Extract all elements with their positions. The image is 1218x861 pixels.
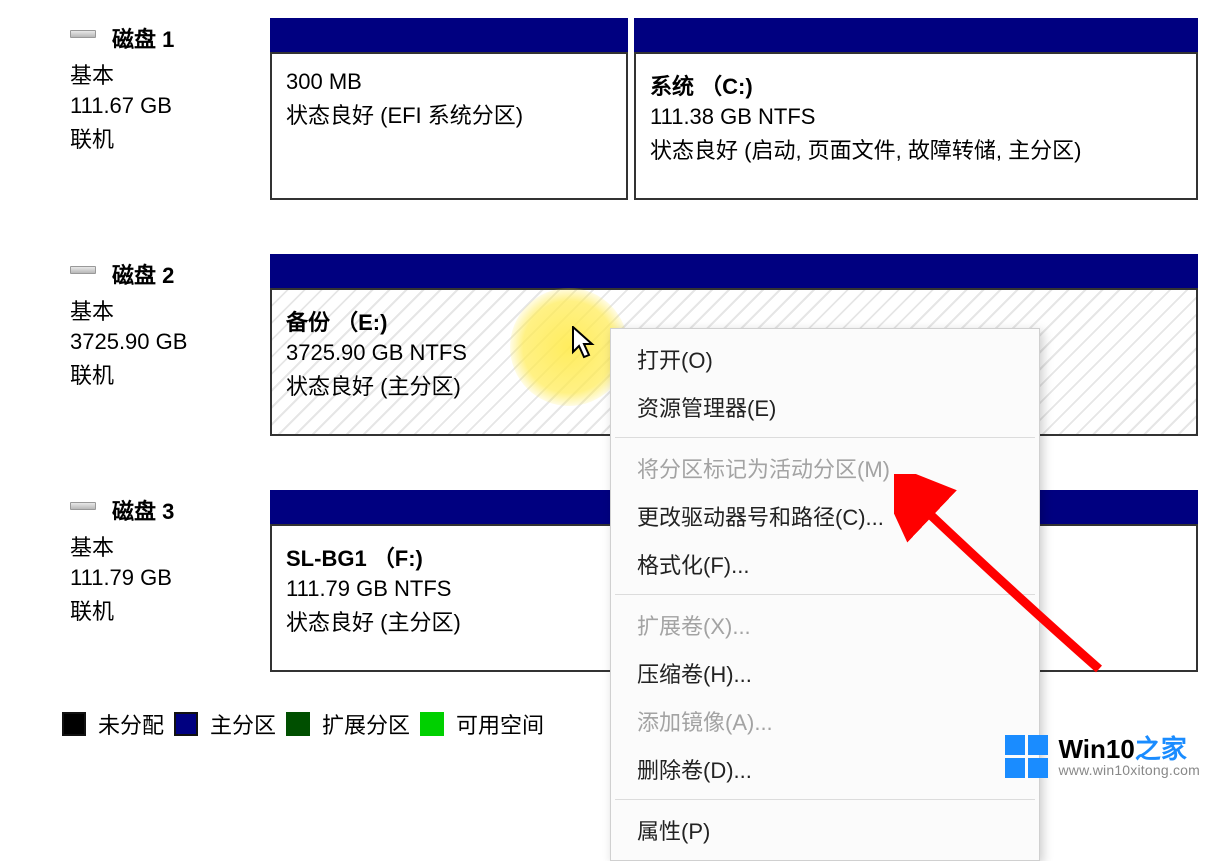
legend-label: 扩展分区 [322, 708, 410, 740]
partition-box: 系统 （C:) 111.38 GB NTFS 状态良好 (启动, 页面文件, 故… [634, 52, 1198, 200]
partitions-disk1: 300 MB 状态良好 (EFI 系统分区) 系统 （C:) 111.38 GB… [270, 0, 1218, 218]
menu-separator [615, 799, 1035, 800]
legend-swatch-unallocated [62, 712, 86, 736]
partition-efi[interactable]: 300 MB 状态良好 (EFI 系统分区) [270, 18, 628, 200]
menu-delete-volume[interactable]: 删除卷(D)... [611, 745, 1039, 793]
disk-drive-icon [70, 30, 96, 38]
legend-label: 未分配 [98, 708, 164, 740]
disk-name: 磁盘 2 [112, 258, 270, 290]
brand-url: www.win10xitong.com [1058, 763, 1200, 778]
menu-add-mirror: 添加镜像(A)... [611, 697, 1039, 745]
disk-row-1: 磁盘 1 基本 111.67 GB 联机 300 MB 状态良好 (EFI 系统… [0, 0, 1218, 218]
disk-name: 磁盘 1 [112, 22, 270, 54]
menu-open[interactable]: 打开(O) [611, 335, 1039, 383]
menu-mark-active: 将分区标记为活动分区(M) [611, 444, 1039, 492]
legend-swatch-free [420, 712, 444, 736]
partition-box: 300 MB 状态良好 (EFI 系统分区) [270, 52, 628, 200]
context-menu: 打开(O) 资源管理器(E) 将分区标记为活动分区(M) 更改驱动器号和路径(C… [610, 328, 1040, 861]
legend-label: 主分区 [210, 708, 276, 740]
disk-info-1[interactable]: 磁盘 1 基本 111.67 GB 联机 [0, 0, 270, 218]
watermark: Win10之家 www.win10xitong.com [1005, 735, 1200, 778]
disk-info-3[interactable]: 磁盘 3 基本 111.79 GB 联机 [0, 472, 270, 690]
menu-separator [615, 437, 1035, 438]
disk-info-2[interactable]: 磁盘 2 基本 3725.90 GB 联机 [0, 236, 270, 454]
partition-title: 系统 （C:) [650, 69, 1182, 101]
disk-drive-icon [70, 266, 96, 274]
disk-type: 基本 [70, 58, 270, 90]
partition-size: 300 MB [286, 69, 612, 95]
windows-logo-icon [1005, 735, 1048, 778]
disk-size: 3725.90 GB [70, 329, 270, 355]
partition-header-bar [634, 18, 1198, 52]
disk-type: 基本 [70, 530, 270, 562]
menu-properties[interactable]: 属性(P) [611, 806, 1039, 854]
legend-swatch-extended [286, 712, 310, 736]
disk-status: 联机 [70, 122, 270, 154]
disk-status: 联机 [70, 358, 270, 390]
disk-type: 基本 [70, 294, 270, 326]
partition-size: 111.38 GB NTFS [650, 104, 1182, 130]
disk-size: 111.67 GB [70, 93, 270, 119]
legend-label: 可用空间 [456, 708, 544, 740]
brand-title-a: Win10 [1058, 734, 1134, 764]
menu-shrink-volume[interactable]: 压缩卷(H)... [611, 649, 1039, 697]
watermark-text: Win10之家 www.win10xitong.com [1058, 736, 1200, 778]
menu-change-drive-letter[interactable]: 更改驱动器号和路径(C)... [611, 492, 1039, 540]
disk-size: 111.79 GB [70, 565, 270, 591]
partition-status: 状态良好 (EFI 系统分区) [286, 98, 612, 130]
brand-title-b: 之家 [1135, 734, 1187, 764]
menu-explorer[interactable]: 资源管理器(E) [611, 383, 1039, 431]
partition-header-bar [270, 254, 1198, 288]
partition-c[interactable]: 系统 （C:) 111.38 GB NTFS 状态良好 (启动, 页面文件, 故… [634, 18, 1198, 200]
legend-swatch-primary [174, 712, 198, 736]
disk-drive-icon [70, 502, 96, 510]
disk-name: 磁盘 3 [112, 494, 270, 526]
menu-separator [615, 594, 1035, 595]
disk-status: 联机 [70, 594, 270, 626]
partition-status: 状态良好 (启动, 页面文件, 故障转储, 主分区) [650, 133, 1182, 165]
menu-extend-volume: 扩展卷(X)... [611, 601, 1039, 649]
menu-format[interactable]: 格式化(F)... [611, 540, 1039, 588]
partition-header-bar [270, 18, 628, 52]
